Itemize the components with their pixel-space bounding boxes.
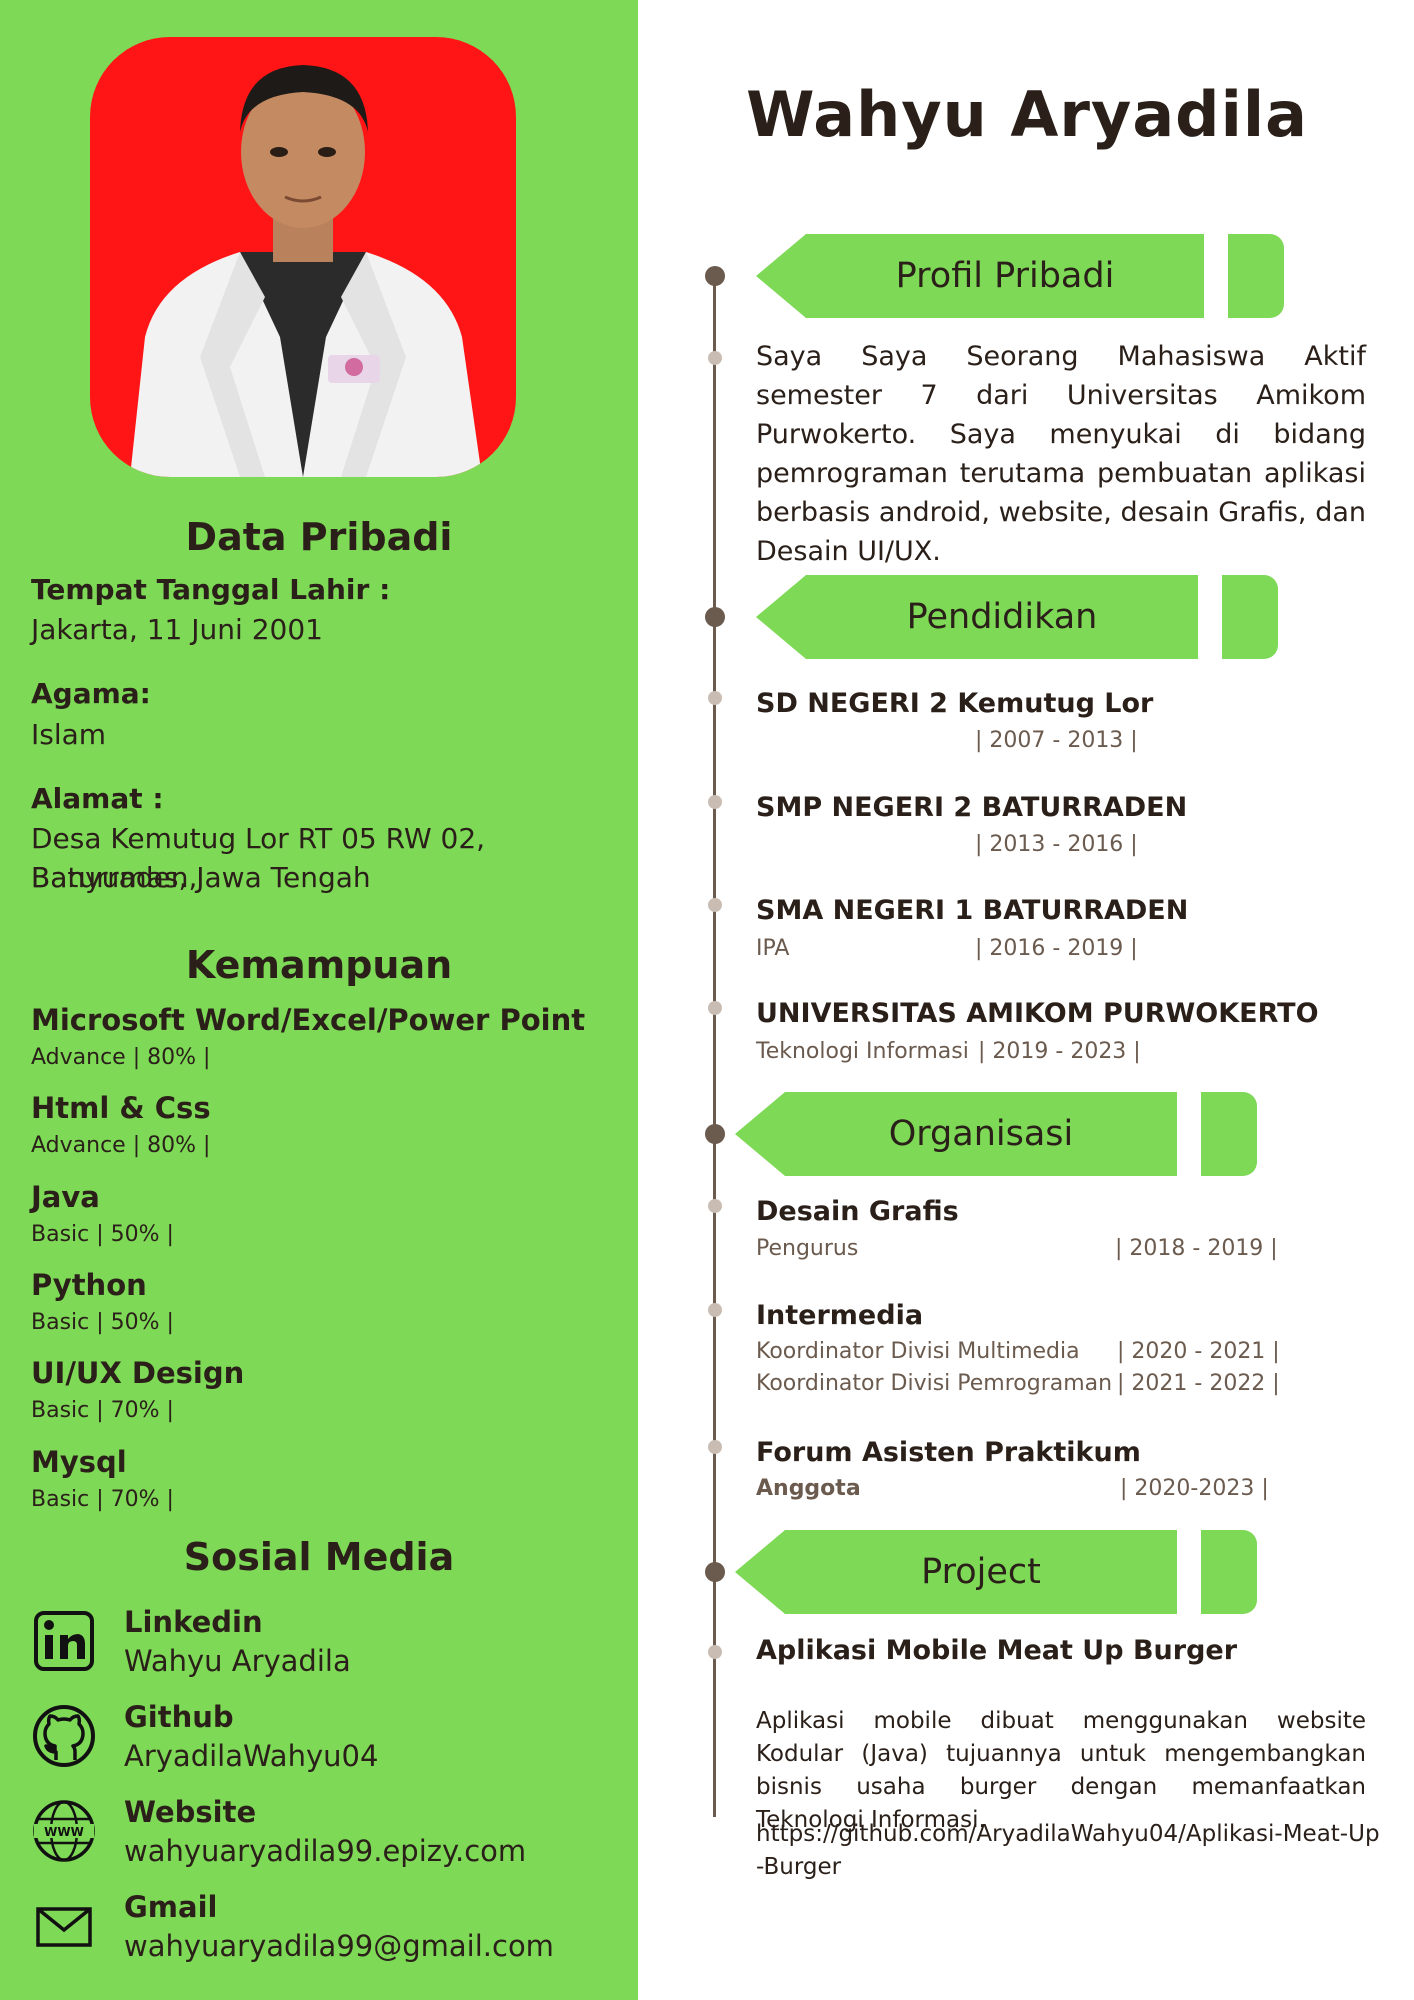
- organization-heading: Organisasi: [888, 1114, 1074, 1154]
- gmail-label: Gmail: [124, 1890, 218, 1924]
- linkedin-value[interactable]: Wahyu Aryadila: [124, 1644, 351, 1678]
- education-years: | 2016 - 2019 |: [975, 936, 1138, 961]
- timeline-dot: [708, 1303, 722, 1317]
- skill-name: Mysql: [31, 1445, 127, 1479]
- timeline-dot: [708, 691, 722, 705]
- timeline-line: [713, 275, 716, 1817]
- education-years: | 2013 - 2016 |: [975, 832, 1138, 857]
- organization-name: Desain Grafis: [756, 1196, 959, 1227]
- education-detail: IPA: [756, 936, 790, 961]
- timeline-dot: [708, 1001, 722, 1015]
- section-banner-profile: Profil Pribadi: [756, 234, 1284, 318]
- education-school: UNIVERSITAS AMIKOM PURWOKERTO: [756, 998, 1319, 1029]
- organization-role: Koordinator Divisi Pemrograman: [756, 1371, 1113, 1396]
- github-label: Github: [124, 1700, 234, 1734]
- education-years: | 2019 - 2023 |: [978, 1039, 1141, 1064]
- skill-level: Advance | 80% |: [31, 1045, 211, 1070]
- organization-role: Anggota: [756, 1476, 861, 1501]
- section-banner-project: Project: [735, 1530, 1257, 1614]
- timeline-dot: [705, 1562, 725, 1582]
- project-title: Aplikasi Mobile Meat Up Burger: [756, 1635, 1238, 1666]
- organization-years: | 2018 - 2019 |: [1115, 1236, 1278, 1261]
- globe-www-icon[interactable]: WWW: [30, 1797, 98, 1865]
- skill-name: Html & Css: [31, 1091, 211, 1125]
- section-banner-education: Pendidikan: [756, 575, 1278, 659]
- person-portrait-illustration: [130, 65, 482, 477]
- skill-name: Java: [31, 1180, 100, 1214]
- timeline-dot: [705, 1124, 725, 1144]
- sidebar: Data Pribadi Tempat Tanggal Lahir : Jaka…: [0, 0, 638, 2000]
- github-icon[interactable]: [30, 1702, 98, 1770]
- timeline-dot: [708, 795, 722, 809]
- organization-name: Forum Asisten Praktikum: [756, 1437, 1141, 1468]
- education-school: SMP NEGERI 2 BATURRADEN: [756, 792, 1188, 823]
- education-school: SMA NEGERI 1 BATURRADEN: [756, 895, 1189, 926]
- mail-icon[interactable]: [30, 1892, 98, 1960]
- gmail-value[interactable]: wahyuaryadila99@gmail.com: [124, 1929, 554, 1963]
- timeline-dot: [705, 266, 725, 286]
- organization-years: | 2020 - 2021 |: [1117, 1339, 1280, 1364]
- timeline-dot: [705, 607, 725, 627]
- skill-name: Python: [31, 1268, 147, 1302]
- organization-role: Pengurus: [756, 1236, 859, 1261]
- section-banner-organization: Organisasi: [735, 1092, 1257, 1176]
- banner-tab: [1201, 1092, 1257, 1176]
- page-title: Wahyu Aryadila: [746, 78, 1308, 151]
- timeline-dot: [708, 351, 722, 365]
- organization-name: Intermedia: [756, 1300, 924, 1331]
- personal-data-heading: Data Pribadi: [185, 515, 453, 559]
- project-link[interactable]: https://github.com/AryadilaWahyu04/Aplik…: [756, 1818, 1386, 1884]
- education-heading: Pendidikan: [906, 597, 1098, 637]
- banner-tab: [1201, 1530, 1257, 1614]
- birth-value: Jakarta, 11 Juni 2001: [31, 613, 323, 646]
- skill-level: Basic | 50% |: [31, 1222, 174, 1247]
- skill-level: Basic | 70% |: [31, 1487, 174, 1512]
- organization-years: | 2020-2023 |: [1120, 1476, 1269, 1501]
- profile-heading: Profil Pribadi: [895, 256, 1115, 296]
- website-value[interactable]: wahyuaryadila99.epizy.com: [124, 1834, 526, 1868]
- social-heading: Sosial Media: [183, 1535, 455, 1579]
- timeline-dot: [708, 898, 722, 912]
- religion-value: Islam: [31, 718, 107, 751]
- website-label: Website: [124, 1795, 257, 1829]
- religion-label: Agama:: [31, 677, 151, 710]
- organization-role: Koordinator Divisi Multimedia: [756, 1339, 1080, 1364]
- linkedin-icon[interactable]: [30, 1607, 98, 1675]
- linkedin-label: Linkedin: [124, 1605, 263, 1639]
- profile-photo: [90, 37, 516, 477]
- education-school: SD NEGERI 2 Kemutug Lor: [756, 688, 1154, 719]
- birth-label: Tempat Tanggal Lahir :: [31, 573, 391, 606]
- skills-heading: Kemampuan: [185, 943, 453, 987]
- profile-text: Saya Saya Seorang Mahasiswa Aktif semest…: [756, 341, 1366, 567]
- organization-years: | 2021 - 2022 |: [1117, 1371, 1280, 1396]
- address-label: Alamat :: [31, 782, 164, 815]
- skill-level: Basic | 70% |: [31, 1398, 174, 1423]
- project-heading: Project: [921, 1552, 1041, 1592]
- skill-level: Basic | 50% |: [31, 1310, 174, 1335]
- banner-tab: [1228, 234, 1284, 318]
- education-detail: Teknologi Informasi: [756, 1039, 969, 1064]
- github-value[interactable]: AryadilaWahyu04: [124, 1739, 378, 1773]
- timeline-dot: [708, 1199, 722, 1213]
- education-years: | 2007 - 2013 |: [975, 728, 1138, 753]
- address-line-2: Banyumas, Jawa Tengah: [31, 861, 371, 894]
- timeline-dot: [708, 1645, 722, 1659]
- banner-tab: [1222, 575, 1278, 659]
- svg-text:WWW: WWW: [44, 1825, 84, 1839]
- skill-level: Advance | 80% |: [31, 1133, 211, 1158]
- skill-name: Microsoft Word/Excel/Power Point: [31, 1003, 586, 1037]
- timeline-dot: [708, 1440, 722, 1454]
- skill-name: UI/UX Design: [31, 1356, 245, 1390]
